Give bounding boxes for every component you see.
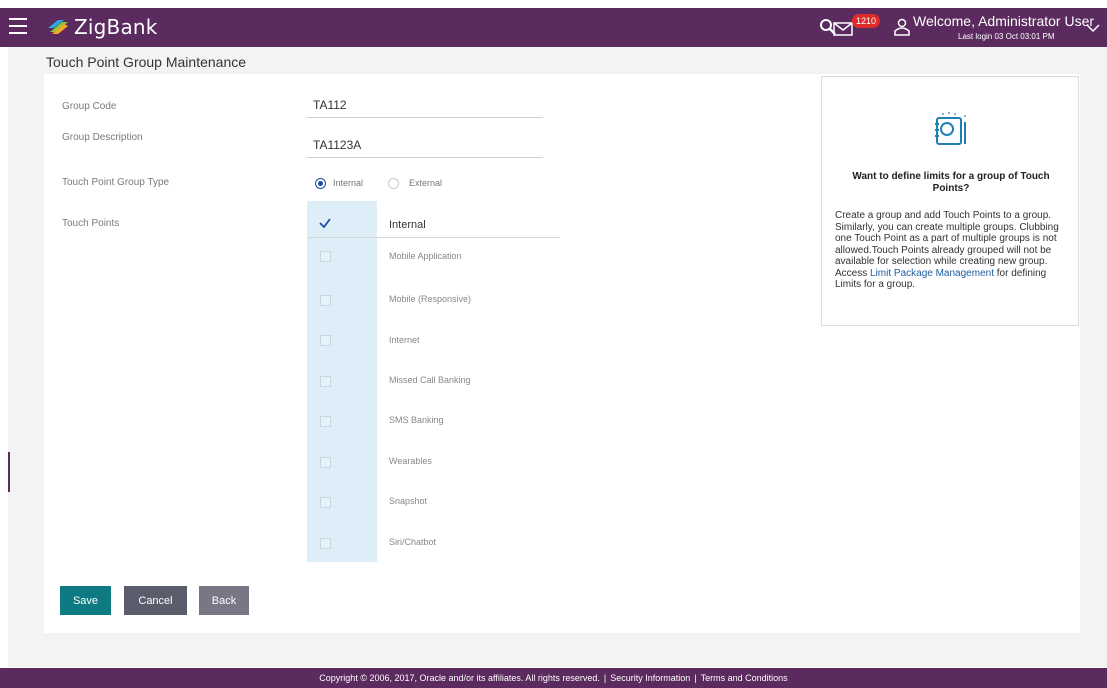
touch-points-label: Touch Points: [62, 218, 120, 229]
top-strip: [0, 0, 1107, 8]
mail-count-badge: 1210: [852, 14, 881, 28]
zigbank-logo-icon: [48, 20, 68, 34]
app-header: ZigBank 1210 Welcome, Administrator User…: [0, 8, 1107, 47]
security-information-link[interactable]: Security Information: [610, 673, 690, 683]
radio-external-label: External: [409, 178, 443, 188]
scroll-indicator: [8, 452, 10, 492]
touch-point-label: Missed Call Banking: [389, 375, 471, 385]
group-description-underline: [307, 157, 543, 158]
checkbox-wearables[interactable]: [320, 457, 331, 468]
chevron-down-icon[interactable]: [1086, 23, 1100, 33]
footer-separator: |: [603, 673, 607, 683]
checkbox-mobile-application[interactable]: [320, 251, 331, 262]
touch-points-checkbox-column: [307, 201, 377, 562]
notebook-icon: [935, 112, 966, 145]
terms-and-conditions-link[interactable]: Terms and Conditions: [701, 673, 788, 683]
back-button[interactable]: Back: [199, 586, 249, 615]
touch-points-header-divider: [307, 237, 560, 238]
checkbox-internet[interactable]: [320, 335, 331, 346]
checkbox-missed-call-banking[interactable]: [320, 376, 331, 387]
touch-point-label: Mobile (Responsive): [389, 294, 472, 304]
copyright-text: Copyright © 2006, 2017, Oracle and/or it…: [319, 673, 600, 683]
group-description-label: Group Description: [62, 132, 143, 143]
group-code-label: Group Code: [62, 101, 117, 112]
radio-internal-label: Internal: [333, 178, 364, 188]
touch-point-label: Internet: [389, 335, 420, 345]
brand-logo[interactable]: ZigBank: [48, 14, 158, 40]
last-login-text: Last login 03 Oct 03:01 PM: [958, 32, 1055, 41]
footer-separator: |: [694, 673, 697, 683]
cancel-button[interactable]: Cancel: [124, 586, 187, 615]
brand-name: ZigBank: [74, 15, 158, 39]
menu-icon[interactable]: [9, 18, 27, 34]
welcome-text[interactable]: Welcome, Administrator User: [913, 13, 1094, 29]
touch-points-header-label: Internal: [389, 219, 426, 231]
checkbox-snapshot[interactable]: [320, 497, 331, 508]
checkbox-siri-chatbot[interactable]: [320, 538, 331, 549]
check-icon[interactable]: [319, 217, 331, 229]
touch-point-label: Mobile Application: [389, 251, 462, 261]
radio-external[interactable]: [388, 178, 399, 189]
page-title: Touch Point Group Maintenance: [46, 54, 247, 70]
user-icon: [894, 18, 910, 36]
touch-point-label: Snapshot: [389, 496, 428, 506]
group-description-field[interactable]: TA1123A: [313, 138, 361, 152]
touch-point-label: SMS Banking: [389, 415, 444, 425]
touch-point-label: Wearables: [389, 456, 432, 466]
limit-package-management-link[interactable]: Limit Package Management: [870, 268, 994, 279]
group-code-field[interactable]: TA112: [313, 98, 347, 112]
help-title: Want to define limits for a group of Tou…: [852, 171, 1050, 194]
footer: Copyright © 2006, 2017, Oracle and/or it…: [0, 668, 1107, 688]
group-code-underline: [307, 117, 543, 118]
radio-internal[interactable]: [315, 178, 326, 189]
group-type-label: Touch Point Group Type: [62, 177, 170, 188]
touch-point-label: Siri/Chatbot: [389, 537, 437, 547]
save-button[interactable]: Save: [60, 586, 111, 615]
checkbox-mobile-responsive[interactable]: [320, 295, 331, 306]
checkbox-sms-banking[interactable]: [320, 416, 331, 427]
help-text: Create a group and add Touch Points to a…: [835, 210, 1071, 291]
